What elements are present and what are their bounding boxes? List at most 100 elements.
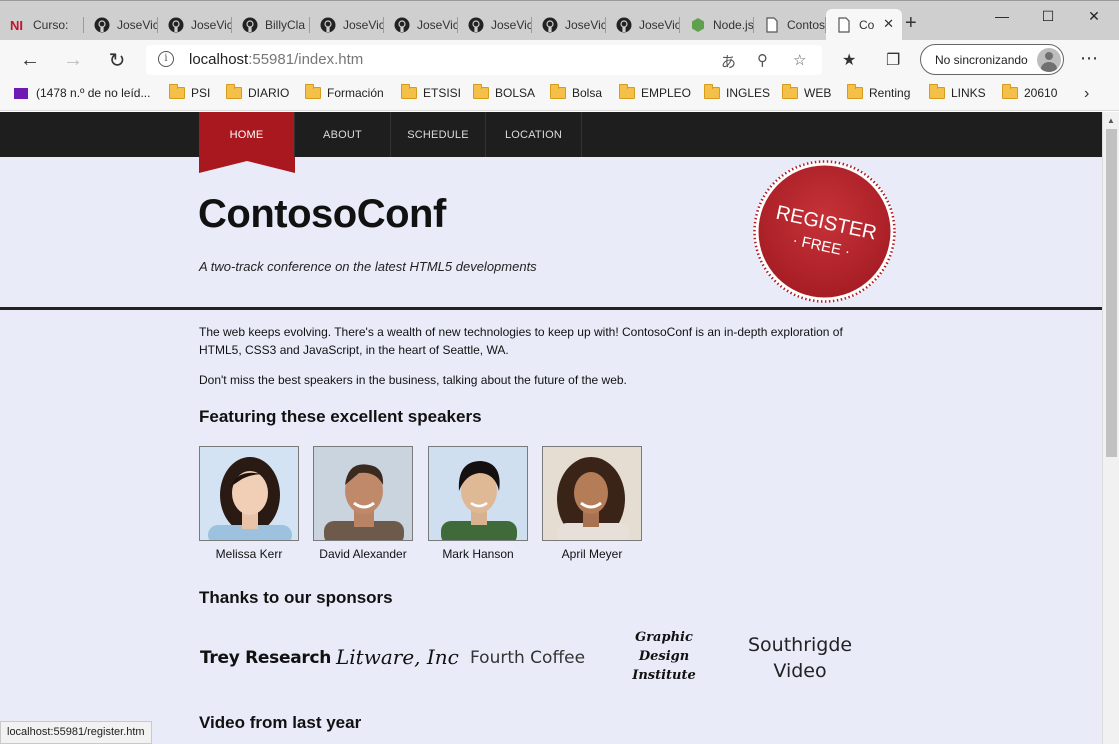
github-icon xyxy=(616,17,632,33)
new-tab-button[interactable]: + xyxy=(905,13,917,33)
bookmark-label: LINKS xyxy=(951,86,986,100)
browser-tab[interactable]: JoseVic xyxy=(458,9,532,41)
back-button[interactable]: ← xyxy=(18,48,42,72)
github-icon xyxy=(242,17,258,33)
tab-label: JoseVic xyxy=(343,18,384,32)
register-badge[interactable]: REGISTER · FREE · xyxy=(752,159,897,304)
folder-icon xyxy=(226,84,242,99)
sponsor-logo[interactable]: Graphic Design Institute xyxy=(622,628,706,685)
intro-paragraph: The web keeps evolving. There's a wealth… xyxy=(199,325,843,357)
folder-icon xyxy=(305,84,321,99)
folder-icon xyxy=(473,84,489,99)
settings-more-icon[interactable]: ⋯ xyxy=(1080,48,1098,69)
favorites-list-icon[interactable]: ★ xyxy=(842,50,856,70)
forward-button[interactable]: → xyxy=(61,48,85,72)
bookmark-item[interactable]: PSI xyxy=(169,84,210,100)
speaker-card[interactable]: Mark Hanson xyxy=(428,446,528,561)
zoom-icon[interactable]: ⚲ xyxy=(757,51,768,69)
status-bar-url: localhost:55981/register.htm xyxy=(0,721,152,744)
speaker-photo[interactable] xyxy=(199,446,299,541)
bookmark-label: INGLES xyxy=(726,86,771,100)
bookmark-item[interactable]: DIARIO xyxy=(226,84,289,100)
browser-tab[interactable]: BillyCla xyxy=(232,9,310,41)
profile-sync-button[interactable]: No sincronizando xyxy=(920,44,1064,75)
site-info-icon[interactable]: i xyxy=(158,51,174,67)
scroll-up-icon[interactable]: ▲ xyxy=(1107,116,1115,125)
toolbar: ← → ↻ i localhost:55981/index.htm あ ⚲ ☆ … xyxy=(0,40,1119,80)
site-nav: HOME ABOUT SCHEDULE LOCATION xyxy=(0,112,1102,157)
browser-tab[interactable]: JoseVic xyxy=(384,9,458,41)
speaker-photo[interactable] xyxy=(313,446,413,541)
sponsor-logo[interactable]: Southrigde Video xyxy=(748,632,852,684)
browser-tab[interactable]: NI Curso: xyxy=(0,9,84,41)
browser-tab[interactable]: Contos xyxy=(754,9,826,41)
github-icon xyxy=(168,17,184,33)
github-icon xyxy=(94,17,110,33)
folder-icon xyxy=(619,84,635,99)
sponsors-heading: Thanks to our sponsors xyxy=(199,588,393,607)
page-subtitle: A two-track conference on the latest HTM… xyxy=(199,259,537,274)
folder-icon xyxy=(550,84,566,99)
tab-label: JoseVic xyxy=(639,18,680,32)
page-icon xyxy=(764,17,780,33)
nav-home[interactable]: HOME xyxy=(199,112,295,157)
minimize-button[interactable]: — xyxy=(979,5,1025,27)
bookmark-item[interactable]: LINKS xyxy=(929,84,986,100)
address-url[interactable]: localhost:55981/index.htm xyxy=(189,51,363,68)
browser-tab[interactable]: JoseVic xyxy=(310,9,384,41)
avatar xyxy=(1037,48,1061,72)
tab-label: JoseVic xyxy=(117,18,158,32)
home-ribbon xyxy=(199,157,295,173)
sponsor-logo[interactable]: Litware, Inc xyxy=(336,645,459,669)
browser-tab[interactable]: JoseVic xyxy=(158,9,232,41)
translate-icon[interactable]: あ xyxy=(721,51,736,72)
close-tab-icon[interactable]: ✕ xyxy=(883,16,894,32)
browser-tab[interactable]: Node.js xyxy=(680,9,754,41)
chevron-right-icon[interactable]: › xyxy=(1084,85,1089,103)
bookmark-item[interactable]: 20610 xyxy=(1002,84,1057,100)
bookmark-item[interactable]: ETSISI xyxy=(401,84,461,100)
bookmark-item[interactable]: WEB xyxy=(782,84,831,100)
page-scrollbar[interactable]: ▲ xyxy=(1102,112,1119,744)
tab-label: BillyCla xyxy=(265,18,306,32)
header-divider xyxy=(0,307,1102,310)
speaker-photo[interactable] xyxy=(542,446,642,541)
tab-label: Co xyxy=(859,18,875,32)
speaker-card[interactable]: David Alexander xyxy=(313,446,413,561)
folder-icon xyxy=(169,84,185,99)
nav-location[interactable]: LOCATION xyxy=(486,112,582,157)
favorite-star-icon[interactable]: ☆ xyxy=(793,51,806,69)
folder-icon xyxy=(1002,84,1018,99)
browser-tab[interactable]: JoseVic xyxy=(606,9,680,41)
browser-tab[interactable]: JoseVic xyxy=(532,9,606,41)
nodejs-icon xyxy=(690,17,706,33)
bookmark-item[interactable]: EMPLEO xyxy=(619,84,692,100)
bookmark-label: EMPLEO xyxy=(641,86,692,100)
browser-tab[interactable]: JoseVic xyxy=(84,9,158,41)
reload-button[interactable]: ↻ xyxy=(105,48,129,72)
speaker-photo[interactable] xyxy=(428,446,528,541)
scrollbar-thumb[interactable] xyxy=(1106,129,1117,457)
speaker-name: April Meyer xyxy=(561,547,623,561)
close-window-button[interactable]: ✕ xyxy=(1071,5,1117,27)
nav-about[interactable]: ABOUT xyxy=(295,112,391,157)
maximize-button[interactable]: ☐ xyxy=(1025,5,1071,27)
github-icon xyxy=(468,17,484,33)
bookmark-item[interactable]: INGLES xyxy=(704,84,771,100)
bookmark-item[interactable]: (1478 n.º de no leíd... xyxy=(14,86,150,100)
sponsor-logo[interactable]: Fourth Coffee xyxy=(470,648,585,668)
sponsor-logo[interactable]: Trey Research xyxy=(200,648,331,668)
address-bar[interactable]: i localhost:55981/index.htm あ ⚲ ☆ xyxy=(146,45,822,75)
bookmark-item[interactable]: Bolsa xyxy=(550,84,602,100)
speaker-card[interactable]: Melissa Kerr xyxy=(199,446,299,561)
browser-tab[interactable]: Co ✕ xyxy=(826,9,902,41)
ni-logo-icon: NI xyxy=(10,17,26,33)
collections-icon[interactable]: ❐ xyxy=(886,50,900,70)
nav-schedule[interactable]: SCHEDULE xyxy=(391,112,486,157)
bookmark-item[interactable]: Formación xyxy=(305,84,384,100)
folder-icon xyxy=(401,84,417,99)
bookmark-item[interactable]: Renting xyxy=(847,84,910,100)
speaker-card[interactable]: April Meyer xyxy=(542,446,642,561)
intro-paragraph-2: Don't miss the best speakers in the busi… xyxy=(199,373,627,387)
bookmark-item[interactable]: BOLSA xyxy=(473,84,535,100)
